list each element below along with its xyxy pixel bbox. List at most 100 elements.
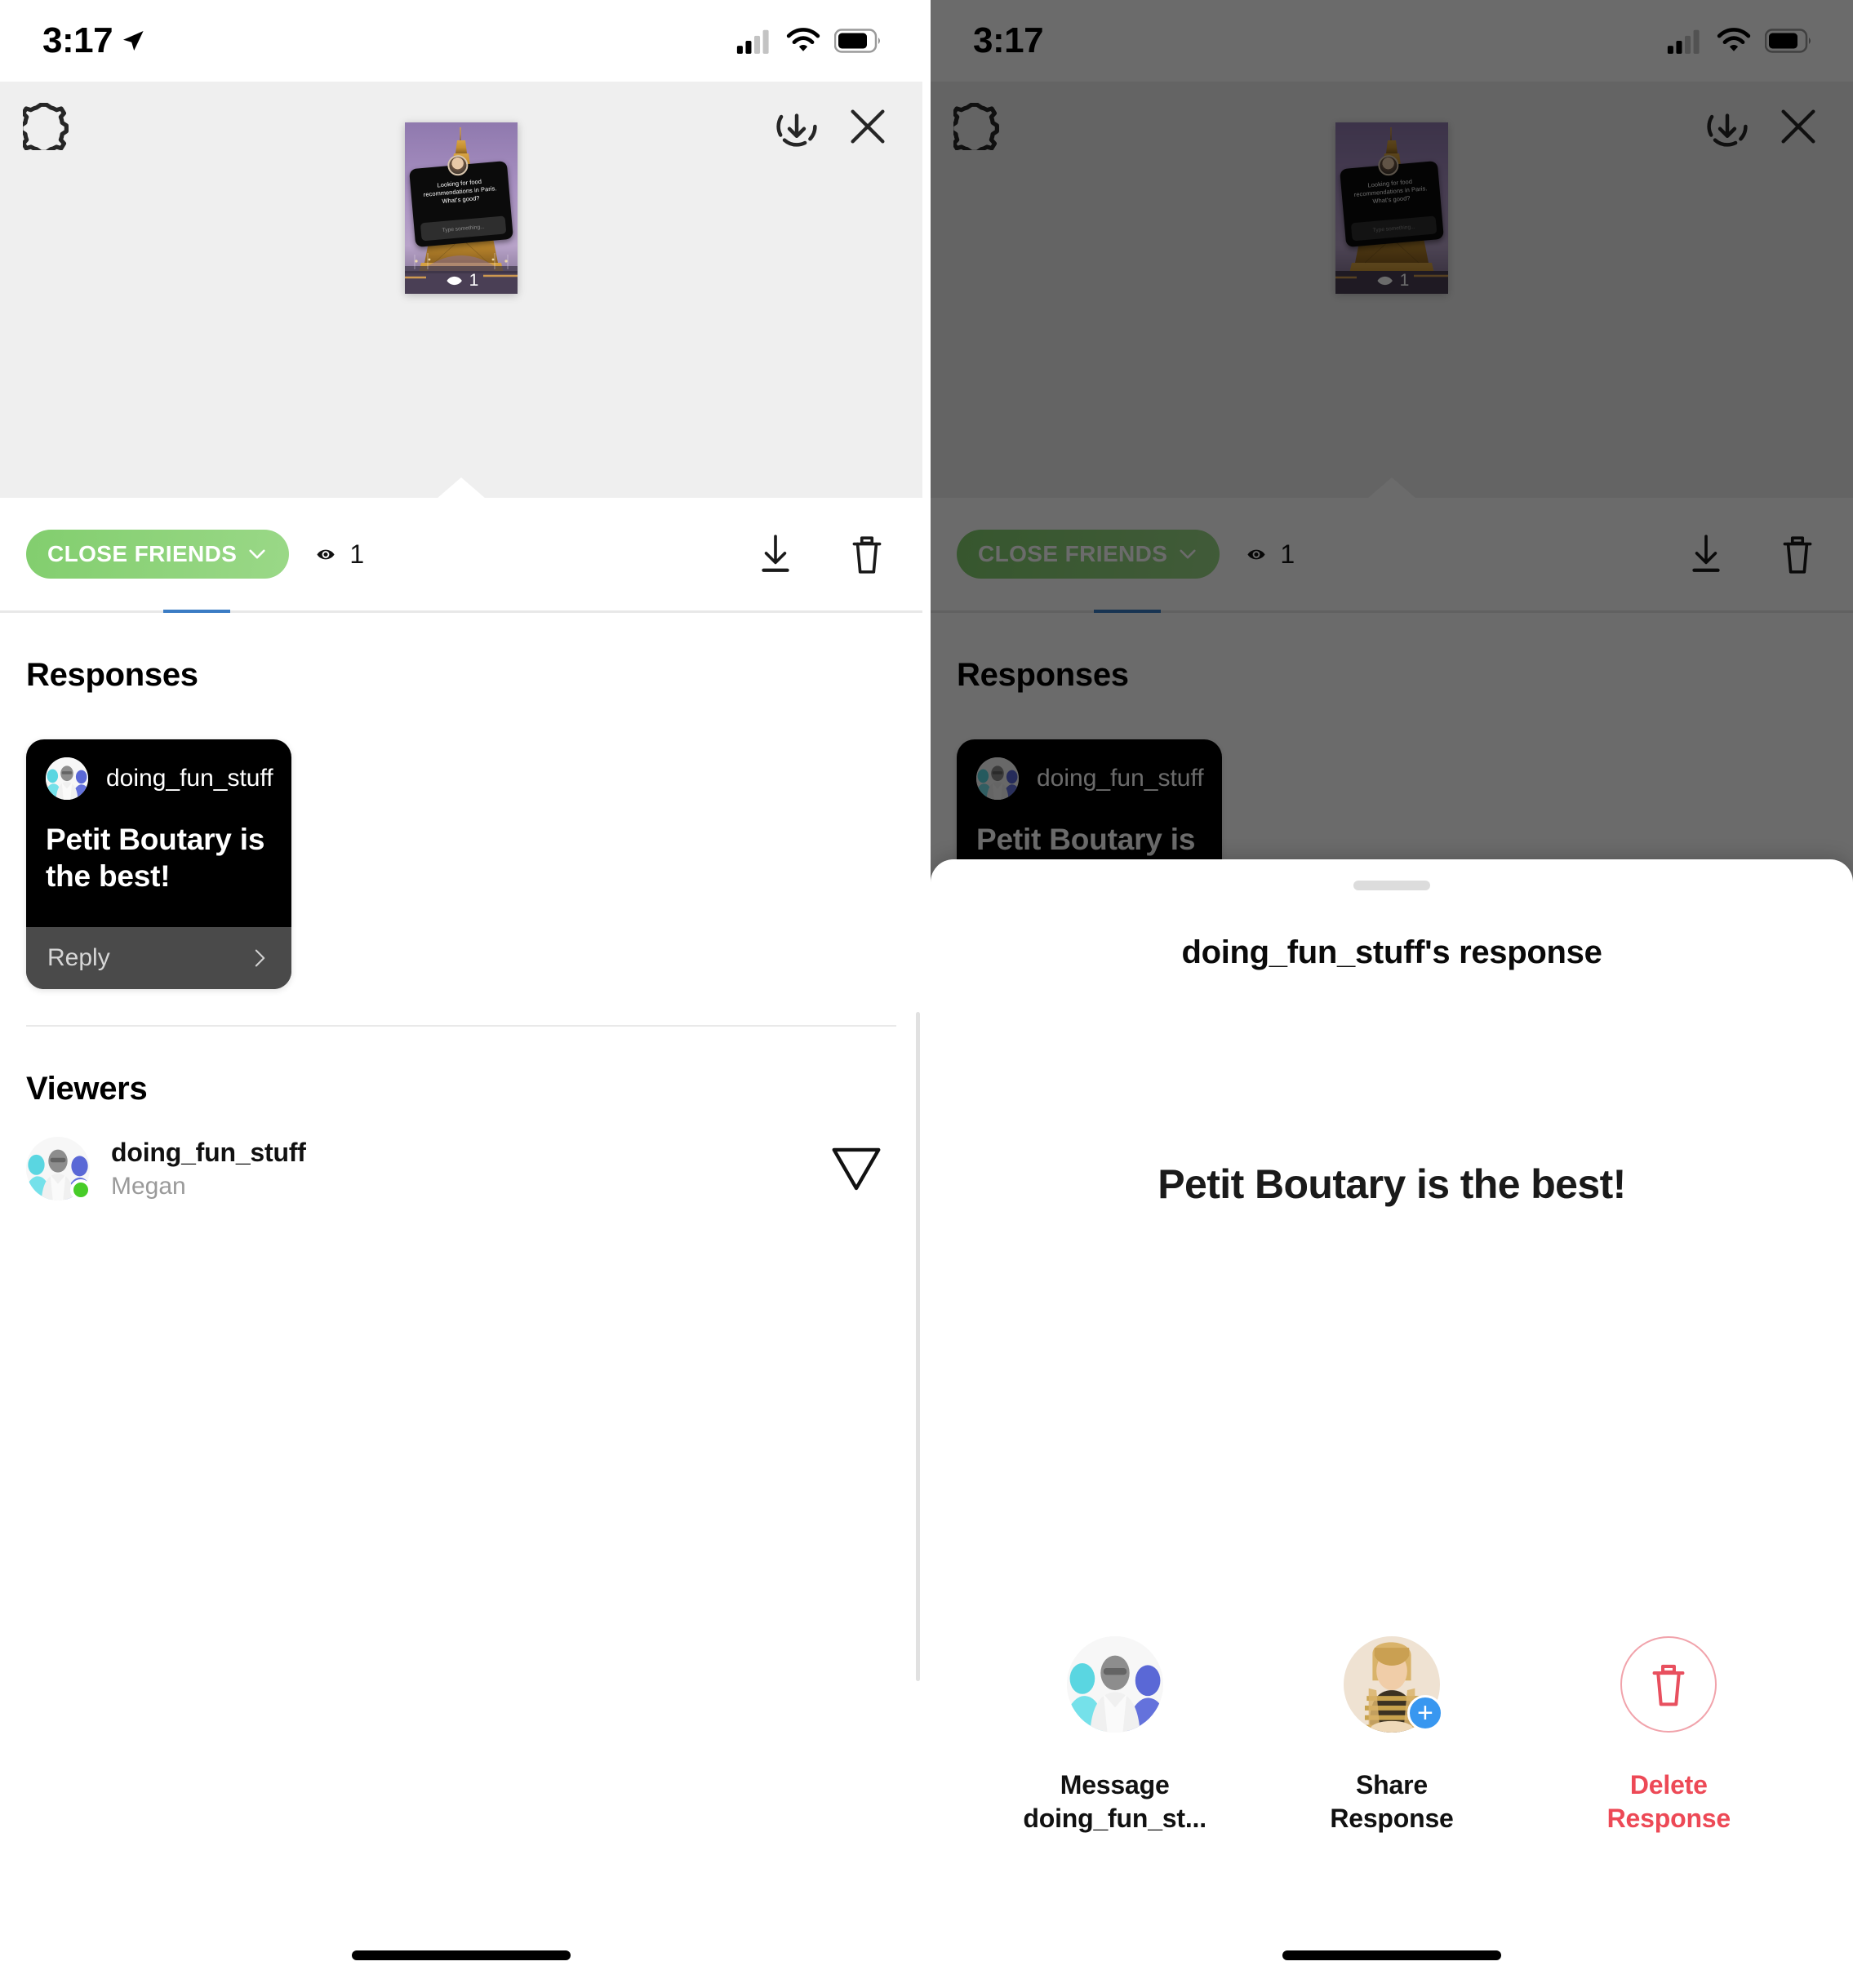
delete-response-button[interactable]: Delete Response — [1546, 1636, 1791, 1835]
send-message-button[interactable] — [831, 1142, 896, 1196]
header-right-icons — [774, 104, 890, 149]
response-action-sheet-panel: 3:17 Looking for food recommendations in… — [931, 0, 1853, 1988]
tab-indicator-active — [1094, 610, 1161, 613]
status-bar-time: 3:17 — [973, 20, 1044, 60]
location-arrow-icon — [121, 29, 145, 53]
drag-handle[interactable] — [1353, 881, 1430, 890]
close-friends-label: CLOSE FRIENDS — [978, 541, 1168, 566]
viewers-section: Viewers doing_fun_stuff Megan — [0, 1027, 922, 1201]
response-card-header: doing_fun_stuff — [26, 739, 291, 800]
wifi-icon — [1716, 27, 1752, 55]
viewer-count-group: 1 — [313, 539, 364, 570]
chevron-down-icon — [1177, 544, 1198, 565]
message-user-label-line1: Message — [1060, 1770, 1170, 1800]
avatar — [46, 757, 88, 800]
share-response-label-line1: Share — [1356, 1770, 1428, 1800]
scrollbar[interactable] — [916, 1012, 920, 1681]
home-indicator — [352, 1950, 571, 1960]
avatar — [1066, 1636, 1163, 1733]
thumbnail-view-count-value: 1 — [1399, 271, 1410, 290]
trash-icon[interactable] — [1776, 533, 1819, 575]
header-right-icons — [1704, 104, 1820, 149]
battery-icon — [1765, 29, 1811, 53]
gear-icon[interactable] — [953, 103, 1001, 150]
response-user: doing_fun_stuff — [46, 757, 273, 800]
close-friends-button[interactable]: CLOSE FRIENDS — [957, 530, 1220, 579]
question-sticker-text: Looking for food recommendations in Pari… — [1353, 177, 1428, 205]
share-response-button[interactable]: + Share Response — [1269, 1636, 1514, 1835]
thumbnail-view-count: 1 — [1375, 271, 1410, 290]
response-card-header: doing_fun_stuff — [957, 739, 1222, 800]
response-username: doing_fun_stuff — [1037, 765, 1204, 792]
download-icon[interactable] — [754, 533, 797, 575]
viewer-count-group: 1 — [1244, 539, 1295, 570]
viewer-list-item[interactable]: doing_fun_stuff Megan — [26, 1107, 896, 1201]
tab-indicator-track — [0, 610, 922, 613]
sheet-response-text: Petit Boutary is the best! — [1158, 1161, 1626, 1207]
eye-icon — [1244, 545, 1269, 564]
battery-icon — [834, 29, 880, 53]
status-bar-time-group: 3:17 — [42, 20, 145, 61]
response-action-sheet: doing_fun_stuff's response Petit Boutary… — [931, 859, 1853, 1988]
viewer-username: doing_fun_stuff — [111, 1137, 306, 1167]
response-card[interactable]: doing_fun_stuff Petit Boutary is the bes… — [26, 739, 291, 990]
status-bar-indicators — [736, 27, 882, 55]
your-story-avatar: + — [1343, 1636, 1443, 1733]
cellular-signal-icon — [736, 29, 769, 54]
status-bar-time: 3:17 — [42, 20, 113, 60]
status-bar-indicators — [1667, 27, 1812, 55]
sheet-title: doing_fun_stuff's response — [1181, 934, 1602, 970]
story-thumbnail-image: Looking for food recommendations in Pari… — [405, 122, 518, 294]
question-sticker-text: Looking for food recommendations in Pari… — [423, 177, 497, 205]
responses-title: Responses — [26, 657, 198, 693]
viewer-count-value: 1 — [349, 539, 365, 569]
status-bar: 3:17 — [0, 0, 922, 82]
share-response-label: Share Response — [1330, 1768, 1454, 1835]
question-sticker-placeholder: Type something... — [442, 224, 485, 233]
question-sticker: Looking for food recommendations in Pari… — [409, 154, 513, 248]
viewers-title: Viewers — [26, 1071, 148, 1107]
delete-response-circle — [1620, 1636, 1717, 1733]
story-thumbnail[interactable]: Looking for food recommendations in Pari… — [405, 122, 518, 294]
status-bar: 3:17 — [931, 0, 1853, 82]
delete-response-label-line2: Response — [1606, 1803, 1731, 1833]
viewer-fullname: Megan — [111, 1172, 186, 1200]
delete-response-label: Delete Response — [1607, 1768, 1731, 1835]
reply-row[interactable]: Reply — [26, 927, 291, 990]
wifi-icon — [785, 27, 821, 55]
close-friends-button[interactable]: CLOSE FRIENDS — [26, 530, 290, 579]
story-thumbnail[interactable]: Looking for food recommendations in Pari… — [1335, 122, 1448, 294]
thumbnail-view-count-value: 1 — [469, 271, 479, 290]
gear-icon[interactable] — [23, 103, 70, 150]
share-response-label-line2: Response — [1330, 1803, 1454, 1833]
response-text: Petit Boutary is the best! — [46, 823, 265, 894]
trash-icon[interactable] — [846, 533, 888, 575]
close-friends-label: CLOSE FRIENDS — [47, 541, 238, 566]
response-user: doing_fun_stuff — [976, 757, 1204, 800]
response-username: doing_fun_stuff — [106, 765, 273, 792]
close-x-icon[interactable] — [1776, 104, 1820, 149]
home-indicator — [1282, 1950, 1501, 1960]
eye-icon — [313, 545, 338, 564]
thumbnail-view-count: 1 — [444, 271, 479, 290]
viewer-names: doing_fun_stuff Megan — [111, 1138, 306, 1200]
save-to-archive-icon[interactable] — [774, 104, 820, 149]
download-icon[interactable] — [1685, 533, 1727, 575]
message-user-button[interactable]: Message doing_fun_st... — [993, 1636, 1238, 1835]
save-to-archive-icon[interactable] — [1704, 104, 1750, 149]
cellular-signal-icon — [1667, 29, 1700, 54]
thumbnail-notch — [437, 477, 486, 499]
story-insights-panel: 3:17 Looking for food recommendations in… — [0, 0, 922, 1988]
plus-icon: + — [1406, 1695, 1443, 1732]
avatar — [976, 757, 1019, 800]
eye-icon — [1375, 273, 1396, 289]
chevron-right-icon — [249, 946, 270, 970]
send-message-icon — [831, 1142, 882, 1192]
message-user-label: Message doing_fun_st... — [1023, 1768, 1206, 1835]
story-toolbar: CLOSE FRIENDS 1 — [0, 498, 922, 610]
online-status-dot — [70, 1179, 91, 1201]
sheet-actions: Message doing_fun_st... + Share Response — [931, 1636, 1853, 1835]
question-sticker-input: Type something... — [1350, 215, 1438, 242]
story-thumbnail-image: Looking for food recommendations in Pari… — [1335, 122, 1448, 294]
close-x-icon[interactable] — [846, 104, 890, 149]
